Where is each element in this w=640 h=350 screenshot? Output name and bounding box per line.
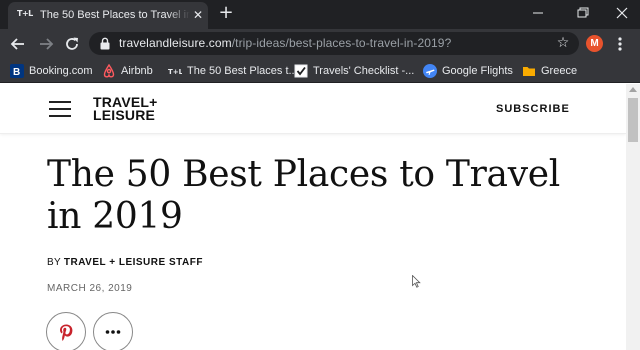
checkbox-icon (294, 64, 308, 78)
new-tab-button[interactable]: + (216, 3, 236, 23)
url-text: travelandleisure.com/trip-ideas/best-pla… (119, 36, 451, 50)
subscribe-link[interactable]: SUBSCRIBE (496, 103, 570, 115)
bookmark-label: Booking.com (29, 65, 93, 77)
pinterest-share-button[interactable] (46, 312, 86, 350)
tab-close-icon[interactable]: ✕ (191, 7, 205, 23)
reload-icon[interactable] (62, 34, 82, 54)
tl-favicon-icon: T+L (17, 9, 33, 18)
site-header: TRAVEL+ LEISURE SUBSCRIBE (0, 84, 626, 134)
browser-toolbar: travelandleisure.com/trip-ideas/best-pla… (0, 29, 640, 58)
author-link[interactable]: TRAVEL + LEISURE STAFF (64, 257, 203, 268)
profile-avatar[interactable]: M (586, 35, 603, 52)
booking-icon: B (10, 64, 24, 78)
bookmark-label: Greece (541, 65, 578, 77)
back-arrow-icon[interactable] (8, 34, 28, 54)
tab-active[interactable]: T+L The 50 Best Places to Travel in 2019… (8, 2, 208, 29)
byline: BY TRAVEL + LEISURE STAFF (47, 257, 203, 268)
address-bar[interactable]: travelandleisure.com/trip-ideas/best-pla… (89, 32, 579, 55)
airbnb-icon (103, 64, 115, 78)
article-headline: The 50 Best Places to Travel in 2019 (47, 154, 560, 237)
plane-icon (423, 64, 437, 78)
publish-date: MARCH 26, 2019 (47, 283, 133, 294)
page-scrollbar[interactable] (626, 84, 640, 350)
close-window-icon[interactable] (612, 5, 632, 21)
url-path: /trip-ideas/best-places-to-travel-in-201… (231, 36, 452, 50)
bookmarks-bar: B Booking.com Airbnb T+L The 50 Best Pla… (0, 58, 640, 83)
logo-line-2: LEISURE (93, 107, 156, 123)
hamburger-menu-icon[interactable] (49, 101, 71, 117)
svg-text:T+L: T+L (168, 68, 182, 76)
url-host: travelandleisure.com (119, 36, 232, 50)
bookmark-star-icon[interactable]: ☆ (555, 35, 571, 51)
folder-icon (523, 67, 535, 76)
minimize-icon[interactable] (528, 5, 548, 21)
pinterest-icon (60, 324, 73, 341)
byline-prefix: BY (47, 257, 61, 268)
web-page: TRAVEL+ LEISURE SUBSCRIBE The 50 Best Pl… (0, 84, 626, 350)
mouse-cursor-icon (412, 275, 421, 288)
tab-title: The 50 Best Places to Travel in 2019 (40, 9, 190, 21)
more-share-options-button[interactable] (93, 312, 133, 350)
bookmark-label: Airbnb (121, 65, 153, 77)
scroll-thumb[interactable] (628, 98, 638, 142)
forward-arrow-icon[interactable] (36, 34, 56, 54)
restore-icon[interactable] (572, 5, 592, 21)
tab-strip: T+L The 50 Best Places to Travel in 2019… (0, 0, 640, 29)
bookmark-label: Travels' Checklist -... (313, 65, 415, 77)
browser-menu-icon[interactable] (616, 34, 624, 54)
bookmark-label: The 50 Best Places t... (187, 65, 298, 77)
travel-leisure-logo[interactable]: TRAVEL+ LEISURE (93, 95, 183, 124)
more-dots-icon (105, 330, 121, 334)
svg-text:B: B (13, 67, 20, 78)
tl-favicon: T+L (168, 68, 182, 76)
scroll-up-arrow-icon[interactable] (629, 87, 637, 92)
bookmark-label: Google Flights (442, 65, 513, 77)
lock-icon[interactable] (99, 37, 111, 50)
